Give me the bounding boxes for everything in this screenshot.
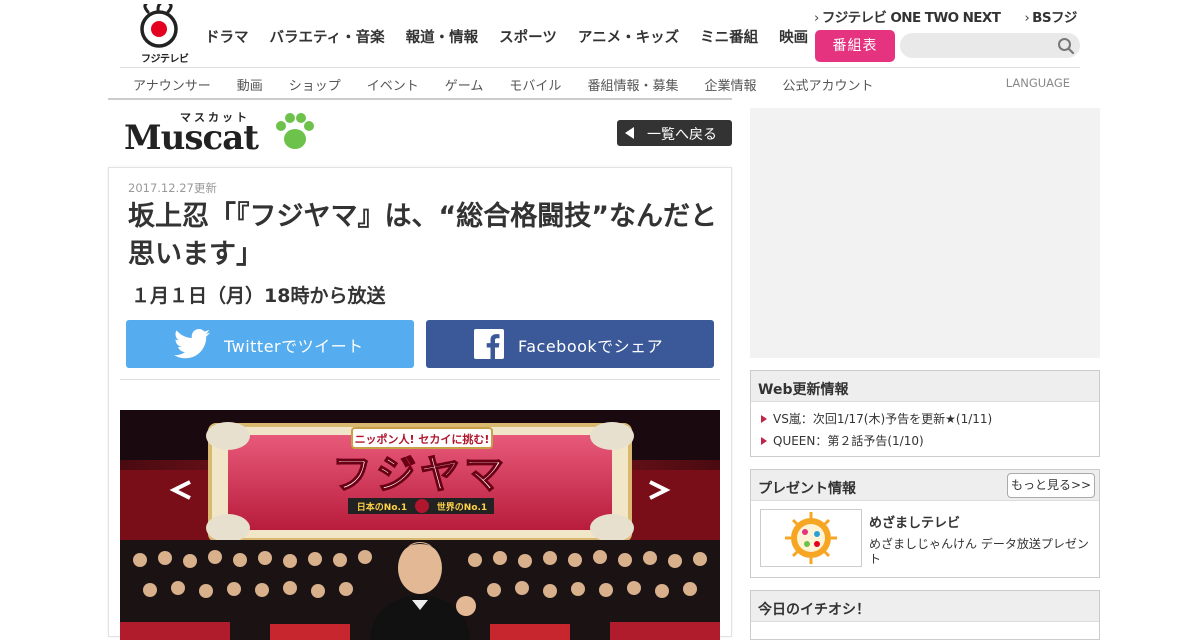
subnav-corporate-label: 企業情報 xyxy=(704,79,757,94)
ichioshi-box: 今日のイチオシ！ xyxy=(750,590,1100,640)
muscat-logo[interactable]: マスカット Muscat xyxy=(124,108,324,158)
article: 2017.12.27更新 坂上忍「『フジヤマ』は、“総合格闘技”なんだと思います… xyxy=(108,167,732,640)
article-date: 2017.12.27更新 xyxy=(128,181,217,195)
article-subtitle: １月１日（月）18時から放送 xyxy=(131,285,386,307)
search-box xyxy=(900,33,1080,58)
nav-mini-programs[interactable]: ミニ番組 xyxy=(700,26,758,47)
photo-banner-right: 世界のNo.1 xyxy=(437,501,487,513)
subnav-official-accounts-label: 公式アカウント xyxy=(782,79,874,94)
subnav-event[interactable]: イベント xyxy=(367,75,445,94)
twitter-share-button[interactable]: Twitterでツイート xyxy=(126,320,414,368)
muscat-wordmark: Muscat xyxy=(124,118,259,158)
studio-photo-illustration: ニッポン人! セカイに挑む! フジヤマ 日本のNo.1 世界のNo.1 xyxy=(120,410,720,640)
present-thumbnail[interactable] xyxy=(760,509,862,567)
nav-sports[interactable]: スポーツ xyxy=(499,26,557,47)
present-box: プレゼント情報 もっと見る>> めざましテレビ めざましじゃんけん データ放送プ… xyxy=(750,469,1100,578)
subnav-corporate[interactable]: 企業情報 xyxy=(704,75,782,94)
web-update-text: VS嵐：次回1/17(木)予告を更新★(1/11) xyxy=(773,412,993,426)
bullet-triangle-icon xyxy=(761,415,767,423)
subnav-video[interactable]: 動画 xyxy=(237,75,289,94)
language-link[interactable]: LANGUAGE xyxy=(1006,76,1070,90)
photo-logo-text: フジヤマ xyxy=(332,452,508,498)
link-bs-fuji-label: BSフジ xyxy=(1032,10,1077,26)
nav-anime-kids[interactable]: アニメ・キッズ xyxy=(578,26,679,47)
subnav-program-info[interactable]: 番組情報・募集 xyxy=(587,75,704,94)
link-one-two-next-label: フジテレビ ONE TWO NEXT xyxy=(821,10,1001,26)
fujitv-logo[interactable]: フジテレビ xyxy=(130,2,190,65)
global-header: フジテレビ ドラマ バラエティ・音楽 報道・情報 スポーツ アニメ・キッズ ミニ… xyxy=(120,0,1080,100)
subnav-announcer[interactable]: アナウンサー xyxy=(133,75,237,94)
back-to-list-button[interactable]: 一覧へ戻る xyxy=(617,120,732,146)
nav-drama[interactable]: ドラマ xyxy=(205,26,249,47)
web-updates-box: Web更新情報 VS嵐：次回1/17(木)予告を更新★(1/11) QUEEN：… xyxy=(750,370,1100,457)
present-item-desc: めざましじゃんけん データ放送プレゼント xyxy=(869,537,1089,566)
twitter-share-label: Twitterでツイート xyxy=(224,337,364,356)
article-photo: ニッポン人! セカイに挑む! フジヤマ 日本のNo.1 世界のNo.1 xyxy=(120,410,720,640)
program-guide-button[interactable]: 番組表 xyxy=(815,30,895,62)
link-one-two-next[interactable]: › フジテレビ ONE TWO NEXT xyxy=(814,6,1001,26)
nav-variety-music[interactable]: バラエティ・音楽 xyxy=(270,26,385,47)
present-title: プレゼント情報 xyxy=(758,481,856,497)
subnav-shop-label: ショップ xyxy=(288,79,341,94)
subnav-mobile[interactable]: モバイル xyxy=(509,75,587,94)
fujitv-eye-icon xyxy=(140,2,178,48)
chevron-right-icon: › xyxy=(1024,10,1030,26)
subnav-announcer-label: アナウンサー xyxy=(133,79,211,94)
subnav-program-info-label: 番組情報・募集 xyxy=(587,79,679,94)
ad-banner[interactable] xyxy=(750,108,1100,358)
article-divider xyxy=(120,379,720,380)
external-links: › フジテレビ ONE TWO NEXT › BSフジ xyxy=(814,6,1077,26)
back-to-list-label: 一覧へ戻る xyxy=(647,127,717,143)
facebook-share-button[interactable]: Facebookでシェア xyxy=(426,320,714,368)
facebook-share-label: Facebookでシェア xyxy=(518,337,664,356)
header-divider xyxy=(108,98,732,100)
subnav-shop[interactable]: ショップ xyxy=(289,75,367,94)
nav-news-info[interactable]: 報道・情報 xyxy=(406,26,479,47)
logo-text: フジテレビ xyxy=(141,54,189,65)
web-update-item[interactable]: VS嵐：次回1/17(木)予告を更新★(1/11) xyxy=(761,408,1099,430)
ichioshi-title: 今日のイチオシ！ xyxy=(751,591,1099,622)
web-update-item[interactable]: QUEEN：第２話予告(1/10) xyxy=(761,430,1099,452)
photo-top-label: ニッポン人! セカイに挑む! xyxy=(355,432,490,446)
back-arrow-icon xyxy=(625,127,634,139)
present-header: プレゼント情報 もっと見る>> xyxy=(751,470,1099,501)
photo-banner-left: 日本のNo.1 xyxy=(357,501,407,513)
facebook-f-icon xyxy=(474,329,504,359)
subnav-video-label: 動画 xyxy=(236,79,263,94)
subnav-game-label: ゲーム xyxy=(444,79,484,94)
subnav-game[interactable]: ゲーム xyxy=(445,75,510,94)
search-input[interactable] xyxy=(910,36,1050,55)
present-more-button[interactable]: もっと見る>> xyxy=(1007,473,1095,498)
mezamashi-logo-icon xyxy=(785,512,837,564)
article-title: 坂上忍「『フジヤマ』は、“総合格闘技”なんだと思います」 xyxy=(128,201,717,270)
nav-movies[interactable]: 映画 xyxy=(779,26,808,47)
subnav-official-accounts[interactable]: 公式アカウント xyxy=(782,75,899,94)
present-item-name[interactable]: めざましテレビ xyxy=(869,512,960,531)
search-icon[interactable] xyxy=(1057,37,1075,55)
web-updates-title: Web更新情報 xyxy=(751,371,1099,402)
main-nav: ドラマ バラエティ・音楽 報道・情報 スポーツ アニメ・キッズ ミニ番組 映画 xyxy=(205,26,829,47)
chevron-right-icon: › xyxy=(814,10,819,26)
link-bs-fuji[interactable]: › BSフジ xyxy=(1024,6,1077,26)
subnav-mobile-label: モバイル xyxy=(509,79,562,94)
paw-icon xyxy=(276,113,314,149)
web-update-text: QUEEN：第２話予告(1/10) xyxy=(773,434,924,448)
bullet-triangle-icon xyxy=(761,437,767,445)
sub-nav: アナウンサー 動画 ショップ イベント ゲーム モバイル 番組情報・募集 企業情… xyxy=(120,67,1080,99)
subnav-event-label: イベント xyxy=(366,79,419,94)
twitter-bird-icon xyxy=(174,329,210,359)
